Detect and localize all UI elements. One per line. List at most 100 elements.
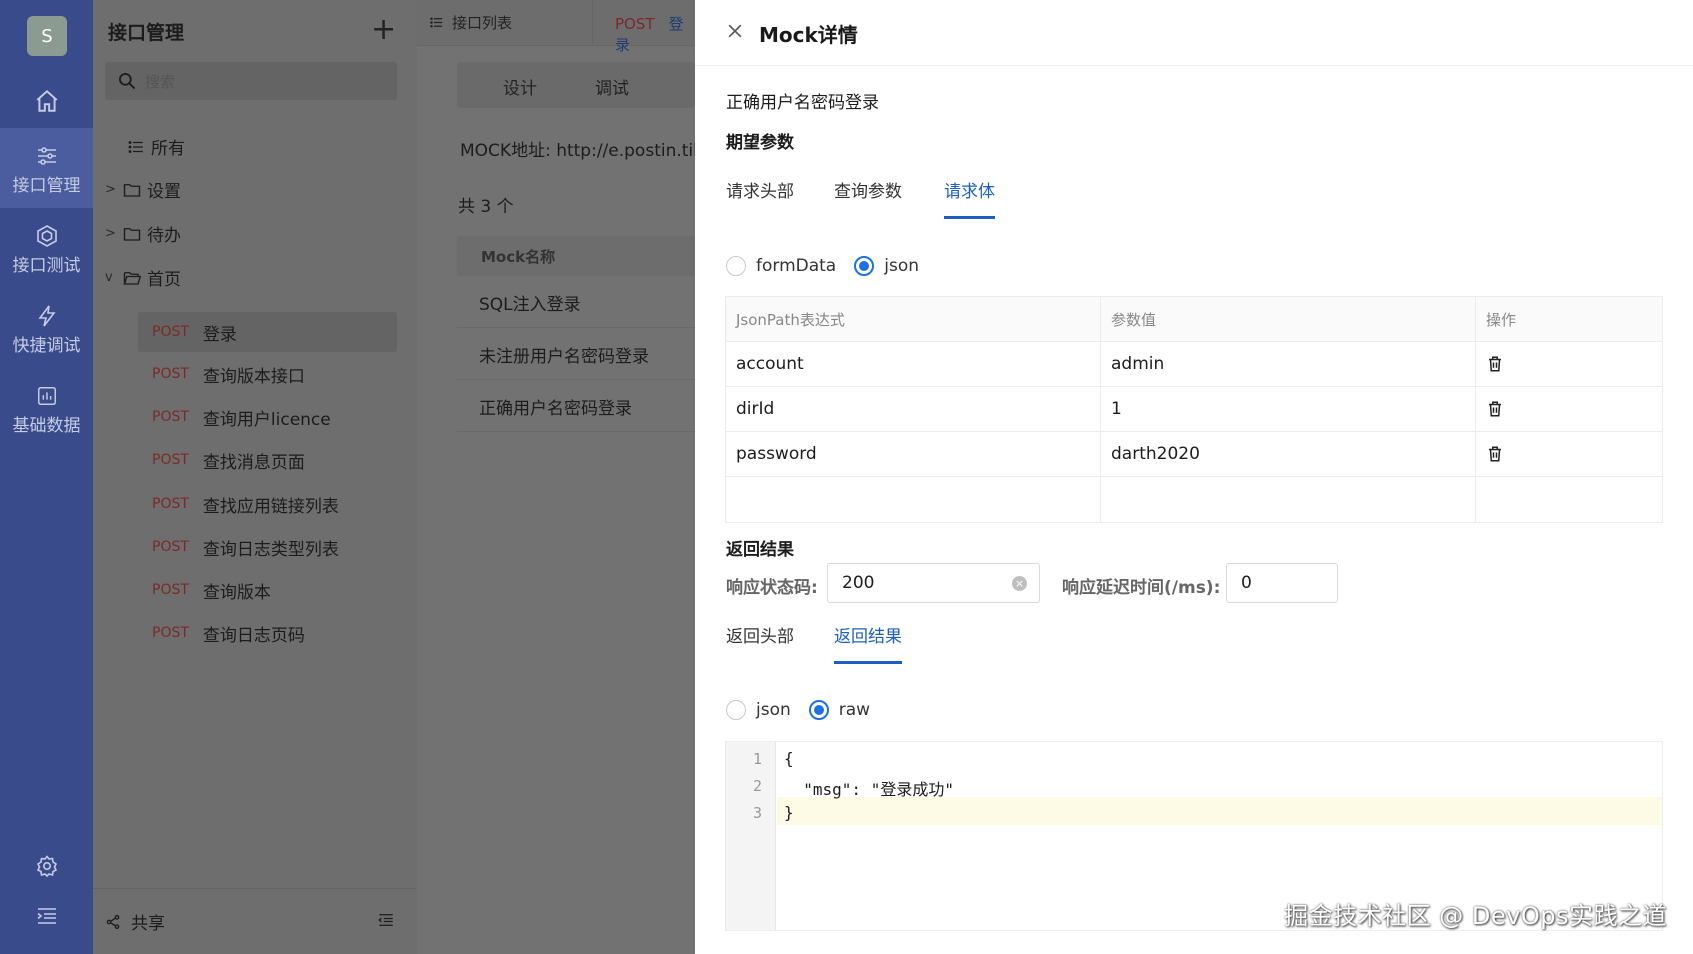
radio-json[interactable] <box>854 256 875 276</box>
share-icon[interactable] <box>105 914 121 930</box>
close-icon <box>728 24 742 38</box>
mock-detail-drawer: Mock详情 正确用户名密码登录 期望参数 请求头部 查询参数 请求体 form… <box>695 0 1693 954</box>
api-item[interactable]: POST 查找消息页面 <box>138 440 397 480</box>
body-type-radio-group: formData json <box>726 256 937 276</box>
api-item[interactable]: POST 查询日志类型列表 <box>138 527 397 567</box>
table-row: account admin <box>726 342 1662 387</box>
api-item-login[interactable]: POST 登录 <box>138 312 397 352</box>
radio-json[interactable] <box>726 700 746 720</box>
code-line: "msg": "登录成功" <box>784 780 954 799</box>
folder-open-icon <box>123 271 141 285</box>
rail-item-label: 快捷调试 <box>12 335 81 356</box>
gear-icon <box>36 855 57 878</box>
chevron-right-icon: > <box>105 182 116 197</box>
tree-folder-todo[interactable]: > 待办 <box>105 221 181 246</box>
result-title: 返回结果 <box>726 540 794 560</box>
search-icon <box>119 73 136 90</box>
active-line-highlight <box>777 797 1662 825</box>
status-label: 响应状态码: <box>726 578 818 598</box>
api-item[interactable]: POST 查询版本接口 <box>138 354 397 394</box>
search-input[interactable]: 搜索 <box>105 62 397 100</box>
table-row-empty <box>726 477 1662 522</box>
api-tree-panel: 接口管理 + 搜索 所有 > 设置 > 待办 v 首页 POST 登录 POST 查… <box>93 0 417 954</box>
new-value-cell[interactable] <box>1101 477 1476 522</box>
add-button[interactable]: + <box>371 14 396 46</box>
trash-icon[interactable] <box>1486 400 1504 418</box>
tab-response-headers[interactable]: 返回头部 <box>726 622 794 661</box>
trash-icon[interactable] <box>1486 355 1504 373</box>
mock-name: 正确用户名密码登录 <box>726 93 879 113</box>
api-list-area: 接口列表 POST 登录 设计 调试 MOCK地址: http://e.posti… <box>417 0 708 954</box>
rail-item-base-data[interactable]: 基础数据 <box>0 368 93 448</box>
table-header: JsonPath表达式 参数值 操作 <box>726 297 1662 342</box>
app-rail: S 接口管理 接口测试 快捷调试 基础数据 <box>0 0 93 954</box>
seg-debug[interactable]: 调试 <box>595 74 629 99</box>
home-icon <box>36 89 57 112</box>
expect-params-title: 期望参数 <box>726 133 794 153</box>
lightning-icon <box>37 305 56 326</box>
delay-label: 响应延迟时间(/ms): <box>1062 578 1221 598</box>
total-count: 共 3 个 <box>458 197 514 217</box>
table-row[interactable]: 正确用户名密码登录 <box>457 380 695 432</box>
radio-raw[interactable] <box>808 700 829 720</box>
chart-icon <box>37 386 56 405</box>
table-row[interactable]: 未注册用户名密码登录 <box>457 328 695 380</box>
api-item[interactable]: POST 查询日志页码 <box>138 613 397 653</box>
table-row[interactable]: SQL注入登录 <box>457 276 695 328</box>
list-icon <box>128 140 143 153</box>
segment-control: 设计 调试 <box>457 62 695 108</box>
tab-request-body[interactable]: 请求体 <box>944 177 995 219</box>
tree-folder-settings[interactable]: > 设置 <box>105 177 181 202</box>
tab-response-result[interactable]: 返回结果 <box>834 622 902 664</box>
line-number: 1 <box>752 750 762 768</box>
line-gutter <box>726 742 776 930</box>
code-line: } <box>784 803 794 822</box>
trash-icon[interactable] <box>1486 445 1504 463</box>
menu-fold-icon <box>378 914 393 926</box>
tab-query-params[interactable]: 查询参数 <box>834 177 902 216</box>
tree-title: 接口管理 <box>108 22 185 44</box>
mock-address: MOCK地址: http://e.postin.tikl <box>460 141 708 161</box>
param-table: JsonPath表达式 参数值 操作 account admin dirId 1… <box>725 296 1663 523</box>
home-button[interactable] <box>0 76 93 126</box>
api-item[interactable]: POST 查询版本 <box>138 570 397 610</box>
tree-folder-home[interactable]: v 首页 <box>105 265 181 290</box>
code-line: { <box>784 749 794 768</box>
table-header: Mock名称 <box>457 236 695 276</box>
rail-item-api-manage[interactable]: 接口管理 <box>0 128 93 208</box>
share-label[interactable]: 共享 <box>131 909 165 934</box>
watermark: 掘金技术社区 @ DevOps实践之道 <box>1284 902 1667 930</box>
list-icon <box>430 17 443 28</box>
rail-item-api-test[interactable]: 接口测试 <box>0 208 93 288</box>
api-item[interactable]: POST 查询用户licence <box>138 397 397 437</box>
api-item[interactable]: POST 查找应用链接列表 <box>138 484 397 524</box>
tab-bar: 接口列表 POST 登录 <box>417 0 695 54</box>
delay-input[interactable]: 0 <box>1226 563 1338 603</box>
collapse-button[interactable] <box>377 911 395 934</box>
tab-login[interactable]: POST 登录 <box>615 13 695 55</box>
seg-design[interactable]: 设计 <box>503 74 537 99</box>
tree-node-all[interactable]: 所有 <box>127 134 185 159</box>
tab-api-list[interactable]: 接口列表 <box>429 12 512 33</box>
hexagon-icon <box>36 224 57 247</box>
menu-fold-icon <box>36 908 56 924</box>
tree-footer: 共享 <box>93 888 417 954</box>
rail-item-label: 接口管理 <box>12 175 81 196</box>
search-placeholder: 搜索 <box>145 72 176 91</box>
avatar[interactable]: S <box>27 16 67 56</box>
folder-icon <box>123 183 141 197</box>
close-button[interactable] <box>725 21 745 45</box>
radio-formdata[interactable] <box>726 256 746 276</box>
line-number: 3 <box>752 804 762 822</box>
folder-icon <box>123 227 141 241</box>
clear-icon[interactable]: × <box>1012 576 1027 591</box>
tab-request-headers[interactable]: 请求头部 <box>726 177 794 216</box>
table-row: dirId 1 <box>726 387 1662 432</box>
settings-button[interactable] <box>0 846 93 886</box>
menu-toggle-button[interactable] <box>0 896 93 936</box>
new-path-cell[interactable] <box>726 477 1101 522</box>
status-code-input[interactable]: 200 × <box>827 563 1040 603</box>
response-type-radio-group: json raw <box>726 700 888 720</box>
table-row: password darth2020 <box>726 432 1662 477</box>
rail-item-quick-debug[interactable]: 快捷调试 <box>0 288 93 368</box>
